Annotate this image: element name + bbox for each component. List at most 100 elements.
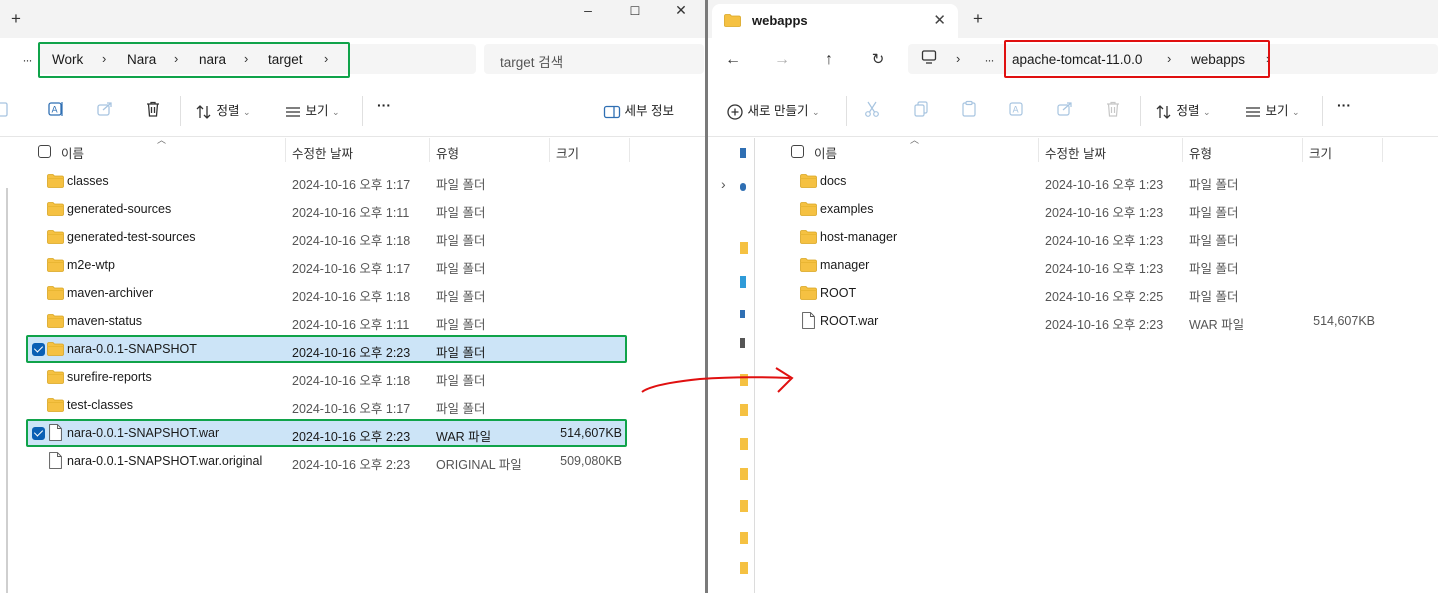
cut-icon[interactable] bbox=[863, 100, 881, 118]
folder-icon[interactable] bbox=[740, 438, 748, 450]
file-type: 파일 폴더 bbox=[436, 178, 486, 192]
quick-access-icon[interactable] bbox=[740, 148, 746, 158]
toolbar-separator bbox=[362, 96, 363, 126]
app-icon[interactable] bbox=[740, 276, 746, 288]
table-row[interactable]: examples 2024-10-16 오후 1:23 파일 폴더 bbox=[782, 196, 1382, 222]
table-row[interactable]: manager 2024-10-16 오후 1:23 파일 폴더 bbox=[782, 252, 1382, 278]
folder-icon bbox=[47, 314, 64, 328]
drive-icon[interactable] bbox=[740, 183, 746, 191]
new-item-button[interactable]: 새로 만들기 ⌄ bbox=[726, 100, 820, 121]
breadcrumb-overflow-button[interactable]: ··· bbox=[978, 49, 1000, 71]
sort-button[interactable]: 정렬 ⌄ bbox=[1155, 100, 1211, 121]
table-row[interactable]: surefire-reports 2024-10-16 오후 1:18 파일 폴더 bbox=[28, 364, 625, 390]
table-row[interactable]: maven-archiver 2024-10-16 오후 1:18 파일 폴더 bbox=[28, 280, 625, 306]
rename-icon[interactable]: A bbox=[47, 100, 65, 118]
chevron-right-icon[interactable]: › bbox=[956, 51, 960, 66]
file-type: ORIGINAL 파일 bbox=[436, 458, 522, 472]
up-button[interactable]: ↑ bbox=[818, 49, 840, 71]
toolbar-separator bbox=[1140, 96, 1141, 126]
expand-chevron-icon[interactable]: › bbox=[721, 176, 726, 192]
table-row[interactable]: classes 2024-10-16 오후 1:17 파일 폴더 bbox=[28, 168, 625, 194]
table-row[interactable]: docs 2024-10-16 오후 1:23 파일 폴더 bbox=[782, 168, 1382, 194]
file-type: 파일 폴더 bbox=[1189, 290, 1239, 304]
column-header-date[interactable]: 수정한 날짜 bbox=[1045, 143, 1106, 162]
column-separator[interactable] bbox=[629, 138, 630, 162]
column-header-date[interactable]: 수정한 날짜 bbox=[292, 143, 353, 162]
share-icon[interactable] bbox=[1056, 100, 1074, 118]
table-row[interactable]: ROOT 2024-10-16 오후 2:25 파일 폴더 bbox=[782, 280, 1382, 306]
rename-icon[interactable]: A bbox=[1008, 100, 1026, 118]
column-header-type[interactable]: 유형 bbox=[436, 143, 459, 162]
svg-text:A: A bbox=[52, 106, 59, 116]
left-titlebar: + – ☐ ✕ bbox=[0, 0, 705, 38]
table-row[interactable]: test-classes 2024-10-16 오후 1:17 파일 폴더 bbox=[28, 392, 625, 418]
delete-icon[interactable] bbox=[1104, 100, 1122, 118]
column-separator[interactable] bbox=[1302, 138, 1303, 162]
sort-button[interactable]: 정렬 ⌄ bbox=[195, 100, 251, 121]
paste-icon[interactable] bbox=[960, 100, 978, 118]
view-button[interactable]: 보기 ⌄ bbox=[1244, 100, 1300, 121]
app-icon[interactable] bbox=[740, 338, 745, 348]
paste-icon[interactable] bbox=[0, 100, 18, 118]
app-icon[interactable] bbox=[740, 310, 745, 318]
share-icon[interactable] bbox=[96, 100, 114, 118]
copy-icon[interactable] bbox=[912, 100, 930, 118]
maximize-button[interactable]: ☐ bbox=[622, 4, 648, 24]
table-row[interactable]: nara-0.0.1-SNAPSHOT.war.original 2024-10-… bbox=[28, 448, 625, 474]
more-options-button[interactable]: ··· bbox=[1337, 97, 1351, 113]
file-date: 2024-10-16 오후 1:17 bbox=[292, 262, 411, 276]
folder-icon[interactable] bbox=[740, 562, 748, 574]
right-toolbar: 새로 만들기 ⌄ A 정렬 ⌄ 보기 ⌄ ··· bbox=[708, 88, 1438, 134]
new-tab-button[interactable]: + bbox=[6, 9, 26, 29]
folder-icon[interactable] bbox=[740, 468, 748, 480]
table-row[interactable]: generated-test-sources 2024-10-16 오후 1:18… bbox=[28, 224, 625, 250]
new-tab-button[interactable]: + bbox=[968, 9, 988, 29]
column-header-size[interactable]: 크기 bbox=[556, 143, 579, 162]
column-header-name[interactable]: 이름 bbox=[814, 143, 837, 162]
breadcrumb-overflow-button[interactable]: ··· bbox=[16, 49, 38, 71]
column-separator[interactable] bbox=[549, 138, 550, 162]
column-separator[interactable] bbox=[285, 138, 286, 162]
select-all-checkbox[interactable] bbox=[791, 145, 804, 158]
table-row[interactable]: ROOT.war 2024-10-16 오후 2:23 WAR 파일 514,607K… bbox=[782, 308, 1382, 334]
this-pc-icon[interactable] bbox=[918, 49, 940, 71]
nav-pane-scrollbar[interactable] bbox=[6, 188, 8, 593]
select-all-checkbox[interactable] bbox=[38, 145, 51, 158]
details-pane-button[interactable]: 세부 정보 bbox=[603, 100, 674, 121]
folder-icon[interactable] bbox=[740, 500, 748, 512]
delete-icon[interactable] bbox=[144, 100, 162, 118]
folder-icon[interactable] bbox=[740, 532, 748, 544]
column-separator[interactable] bbox=[1182, 138, 1183, 162]
table-row[interactable]: host-manager 2024-10-16 오후 1:23 파일 폴더 bbox=[782, 224, 1382, 250]
column-separator[interactable] bbox=[429, 138, 430, 162]
folder-icon[interactable] bbox=[740, 242, 748, 254]
column-header-size[interactable]: 크기 bbox=[1309, 143, 1332, 162]
tab-close-button[interactable]: ✕ bbox=[933, 11, 946, 29]
table-row[interactable]: m2e-wtp 2024-10-16 오후 1:17 파일 폴더 bbox=[28, 252, 625, 278]
column-separator[interactable] bbox=[1038, 138, 1039, 162]
close-window-button[interactable]: ✕ bbox=[668, 2, 694, 22]
file-date: 2024-10-16 오후 1:11 bbox=[292, 318, 410, 332]
folder-icon[interactable] bbox=[740, 404, 748, 416]
forward-button[interactable]: → bbox=[771, 49, 793, 71]
column-header-type[interactable]: 유형 bbox=[1189, 143, 1212, 162]
folder-icon bbox=[800, 230, 817, 244]
refresh-button[interactable]: ↻ bbox=[867, 49, 889, 71]
minimize-button[interactable]: – bbox=[575, 2, 601, 22]
folder-icon[interactable] bbox=[740, 374, 748, 386]
back-button[interactable]: ← bbox=[722, 49, 744, 71]
view-label: 보기 bbox=[305, 104, 329, 118]
more-options-button[interactable]: ··· bbox=[377, 97, 391, 113]
file-date: 2024-10-16 오후 1:17 bbox=[292, 402, 411, 416]
new-item-label: 새로 만들기 bbox=[747, 104, 809, 118]
search-input[interactable]: target 검색 bbox=[484, 44, 704, 74]
table-row[interactable]: maven-status 2024-10-16 오후 1:11 파일 폴더 bbox=[28, 308, 625, 334]
column-header-name[interactable]: 이름 bbox=[61, 143, 84, 162]
navigation-pane[interactable]: › bbox=[708, 138, 752, 593]
table-row[interactable]: generated-sources 2024-10-16 오후 1:11 파일 폴더 bbox=[28, 196, 625, 222]
folder-icon bbox=[800, 202, 817, 216]
column-separator[interactable] bbox=[1382, 138, 1383, 162]
tab-webapps[interactable]: webapps ✕ bbox=[712, 4, 958, 38]
file-date: 2024-10-16 오후 1:18 bbox=[292, 234, 411, 248]
view-button[interactable]: 보기 ⌄ bbox=[284, 100, 340, 121]
